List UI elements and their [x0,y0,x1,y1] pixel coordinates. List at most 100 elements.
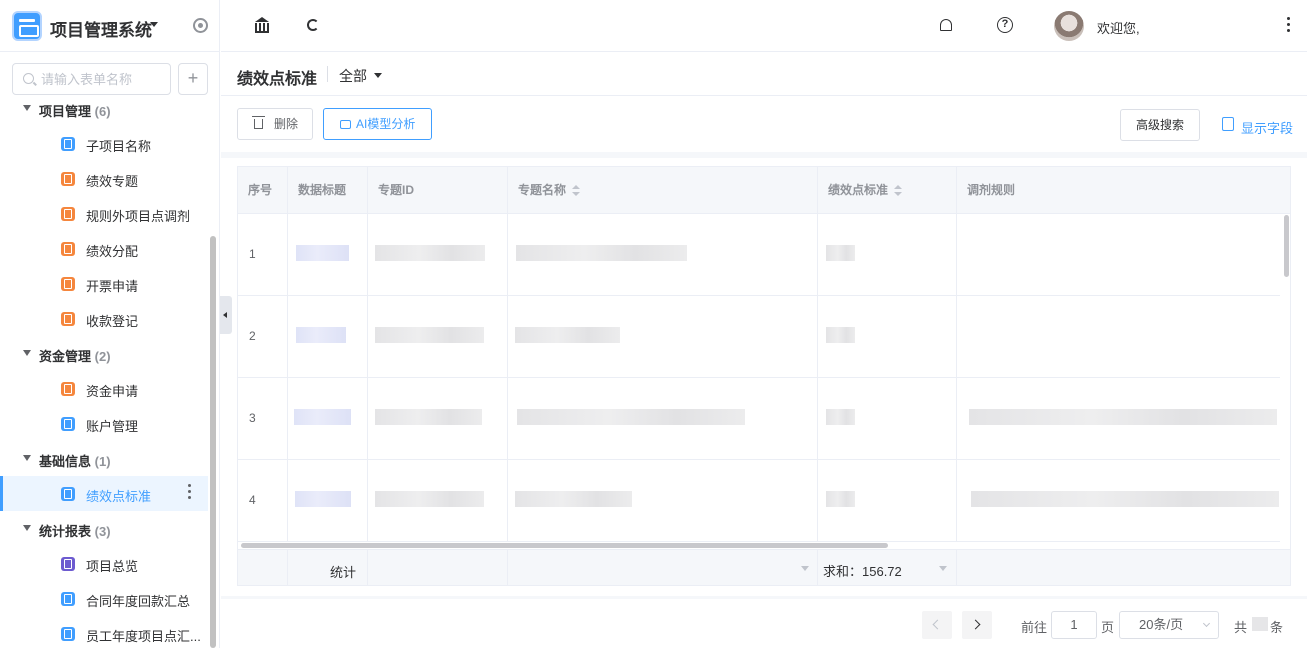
column-header-standard[interactable]: 绩效点标准 [818,167,957,214]
table-vertical-scrollbar[interactable] [1284,215,1289,277]
bell-icon[interactable] [940,19,952,31]
chevron-down-icon [1202,619,1211,628]
table-row[interactable]: 3 [238,378,1280,460]
page-title: 绩效点标准 [237,71,318,88]
sidebar-item-fund-request[interactable]: 资金申请 [0,371,208,406]
sidebar-item-label: 绩效点标准 [86,489,152,504]
sidebar-item-performance-standard[interactable]: 绩效点标准 [0,476,208,511]
redacted-text [826,327,855,343]
sidebar-item-performance-allocation[interactable]: 绩效分配 [0,231,208,266]
collapse-triangle-icon [23,455,31,461]
app-title[interactable]: 项目管理系统 [50,16,152,41]
sidebar-item-invoice-request[interactable]: 开票申请 [0,266,208,301]
total-prefix: 共 [1234,620,1248,635]
app-switch-caret-icon[interactable] [150,22,158,27]
sidebar-collapse-toggle[interactable] [220,296,232,334]
aggregate-dropdown-icon[interactable] [801,566,809,571]
group-funds[interactable]: 资金管理 (2) [0,336,208,371]
total-suffix: 条 [1270,620,1284,635]
app-logo-icon [12,11,42,41]
form-icon [61,277,75,291]
section-divider [221,596,1307,599]
form-icon [61,137,75,151]
sidebar-scrollbar[interactable] [210,236,216,648]
chevron-down-icon[interactable] [374,73,382,78]
more-menu-icon[interactable] [1287,17,1291,35]
cell-title [288,296,368,378]
topbar: ? 欢迎您, [221,0,1307,52]
ai-analysis-label: AI模型分析 [356,117,416,131]
group-reports[interactable]: 统计报表 (3) [0,511,208,546]
sidebar-item-payment-registration[interactable]: 收款登记 [0,301,208,336]
table-horizontal-scrollbar[interactable] [241,543,888,548]
table-row[interactable]: 2 [238,296,1280,378]
group-label: 统计报表 (3) [39,524,111,539]
sidebar-item-label: 资金申请 [86,384,139,399]
page-header: 绩效点标准 全部 [221,52,1307,96]
cell-topic-id [368,214,508,296]
add-form-button[interactable]: + [178,63,208,95]
delete-label: 删除 [274,117,299,131]
column-header-topic-id: 专题ID [368,167,508,214]
advanced-search-button[interactable]: 高级搜索 [1120,109,1200,141]
bank-icon[interactable] [254,17,270,33]
cell-standard [818,378,957,460]
group-project[interactable]: 项目管理 (6) [0,96,208,126]
sidebar: 项目管理系统 + 项目管理 (6) 子项目名称 绩效专题 规 [0,0,220,648]
active-indicator [0,476,3,511]
sidebar-item-label: 子项目名称 [86,139,152,154]
view-filter-select[interactable]: 全部 [339,66,367,86]
cell-standard [818,296,957,378]
cell-rule [957,460,1280,542]
sidebar-item-performance-topic[interactable]: 绩效专题 [0,161,208,196]
sidebar-item-label: 合同年度回款汇总 [86,594,191,609]
prev-page-button[interactable] [922,611,952,639]
form-icon [61,172,75,186]
form-icon [61,242,75,256]
table-row[interactable]: 1 [238,214,1280,296]
ai-analysis-button[interactable]: AI模型分析 [323,108,432,140]
delete-button[interactable]: 删除 [237,108,313,140]
group-basic-info[interactable]: 基础信息 (1) [0,441,208,476]
redacted-total [1252,617,1268,631]
more-options-icon[interactable] [188,484,192,504]
sidebar-item-point-adjustment[interactable]: 规则外项目点调剂 [0,196,208,231]
summary-sum-value: 求和：156.72 [823,564,902,579]
sidebar-item-subproject[interactable]: 子项目名称 [0,126,208,161]
table-row[interactable]: 4 [238,460,1280,542]
search-icon [23,73,34,84]
next-page-button[interactable] [962,611,992,639]
form-search-input[interactable] [41,70,166,88]
column-header-topic-name[interactable]: 专题名称 [508,167,818,214]
page-number-input[interactable]: 1 [1051,611,1097,639]
gear-icon[interactable] [193,18,208,33]
avatar[interactable] [1054,11,1084,41]
sidebar-item-contract-collection-summary[interactable]: 合同年度回款汇总 [0,581,208,616]
sidebar-item-employee-points-summary[interactable]: 员工年度项目点汇... [0,616,208,648]
sidebar-item-label: 绩效分配 [86,244,139,259]
column-header-rule: 调剂规则 [967,183,1016,197]
summary-cell [508,550,818,585]
title-divider [327,66,328,82]
refresh-icon[interactable] [307,19,319,31]
sidebar-item-account-management[interactable]: 账户管理 [0,406,208,441]
form-tree: 项目管理 (6) 子项目名称 绩效专题 规则外项目点调剂 绩效分配 开票申请 收… [0,96,208,648]
page-size-select[interactable]: 20条/页 [1119,611,1219,639]
aggregate-dropdown-icon[interactable] [939,566,947,571]
summary-cell [368,550,508,585]
sort-icon[interactable] [572,184,581,197]
cell-index: 1 [238,214,288,296]
sidebar-item-project-overview[interactable]: 项目总览 [0,546,208,581]
collapse-triangle-icon [23,525,31,531]
redacted-text [826,245,855,261]
help-icon[interactable]: ? [997,17,1013,33]
report-icon [61,557,75,571]
form-icon [61,312,75,326]
redacted-text [971,491,1279,507]
redacted-text [826,409,855,425]
redacted-text [294,409,351,425]
sort-icon[interactable] [894,184,903,197]
cell-topic-id [368,378,508,460]
cell-rule [957,378,1280,460]
column-header-title: 数据标题 [288,167,368,214]
